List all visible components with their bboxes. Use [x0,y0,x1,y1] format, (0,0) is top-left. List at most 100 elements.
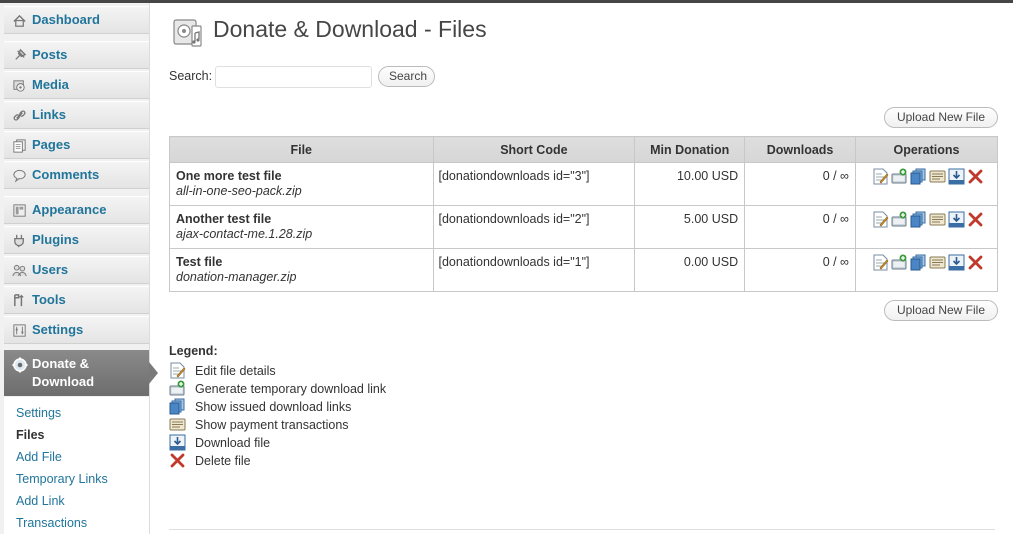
sidebar-item-plugins[interactable]: Plugins [4,226,149,254]
sidebar-item-users[interactable]: Users [4,256,149,284]
cell-operations [854,248,999,292]
sidebar-item-settings[interactable]: Settings [4,316,149,344]
sidebar-item-links[interactable]: Links [4,101,149,129]
cell-downloads: 0 / ∞ [744,205,856,249]
sidebar-item-label: Tools [32,292,66,307]
upload-new-file-button-bottom[interactable]: Upload New File [884,300,998,321]
generate-link-action[interactable] [891,254,908,271]
delete-action[interactable] [967,211,984,228]
cell-short-code: [donationdownloads id="1"] [432,248,636,292]
sidebar-item-label: Links [32,107,66,122]
min-donation: 10.00 USD [676,169,739,183]
sidebar-item-pages[interactable]: Pages [4,131,149,159]
sidebar-item-label: Posts [32,47,68,62]
page-title: Donate & Download - Files [213,16,487,42]
cell-min-donation: 10.00 USD [634,162,746,206]
submenu-item-transactions[interactable]: Transactions [16,516,87,530]
files-table-body: One more test file all-in-one-seo-pack.zi… [169,162,999,292]
generate-link-action[interactable] [891,211,908,228]
transactions-action[interactable] [929,211,946,228]
downloads-count: 0 / ∞ [822,212,849,226]
submenu-item-settings[interactable]: Settings [16,406,61,420]
edit-icon [873,168,889,185]
pages-icon [13,139,26,153]
admin-top-bar [0,0,1013,3]
active-arrow [149,362,158,384]
operations-group [856,206,997,228]
transactions-icon [929,256,946,269]
delete-action[interactable] [967,254,984,271]
edit-icon [170,362,186,379]
sidebar-item-donate-download[interactable]: Donate & Download [4,350,158,396]
transactions-action[interactable] [929,168,946,185]
dashboard-icon [13,14,26,27]
legend-text: Delete file [195,454,251,468]
download-action[interactable] [948,211,965,228]
sidebar-item-label: Plugins [32,232,79,247]
delete-icon [968,255,983,270]
generate-link-icon [891,211,907,227]
search-input[interactable] [215,66,372,88]
users-icon [12,264,27,277]
short-code: [donationdownloads id="1"] [438,255,590,269]
download-icon [169,434,186,451]
issued-links-action[interactable] [910,211,927,228]
operations-group [856,249,997,271]
column-header-file[interactable]: File [169,136,434,163]
issued-links-icon [169,398,185,415]
pin-icon [15,48,27,60]
cell-min-donation: 0.00 USD [634,248,746,292]
download-action[interactable] [948,254,965,271]
upload-new-file-button-top[interactable]: Upload New File [884,107,998,128]
sidebar-item-media[interactable]: Media [4,71,149,99]
sidebar-item-appearance[interactable]: Appearance [4,196,149,224]
cell-operations [854,162,999,206]
files-table: File Short Code Min Donation Downloads O… [169,136,999,292]
table-row: One more test file all-in-one-seo-pack.zi… [169,162,999,206]
cell-min-donation: 5.00 USD [634,205,746,249]
min-donation: 5.00 USD [683,212,739,226]
sidebar-item-tools[interactable]: Tools [4,286,149,314]
appearance-icon [13,204,26,217]
sidebar-item-label: Pages [32,137,71,152]
comment-icon [13,169,26,183]
file-name: One more test file [176,169,282,183]
download-action[interactable] [948,168,965,185]
cell-short-code: [donationdownloads id="3"] [432,162,636,206]
column-header-downloads[interactable]: Downloads [744,136,856,163]
download-icon [948,254,965,271]
cell-operations [854,205,999,249]
cell-downloads: 0 / ∞ [744,162,856,206]
media-icon [13,80,25,92]
edit-action[interactable] [872,211,889,228]
column-header-min-donation[interactable]: Min Donation [634,136,746,163]
issued-links-action[interactable] [910,168,927,185]
edit-action[interactable] [872,254,889,271]
sidebar-item-dashboard[interactable]: Dashboard [4,6,149,34]
gear-icon [12,357,28,373]
min-donation: 0.00 USD [683,255,739,269]
short-code: [donationdownloads id="2"] [438,212,590,226]
transactions-action[interactable] [929,254,946,271]
submenu-item-files[interactable]: Files [16,428,45,442]
download-icon [948,168,965,185]
submenu-item-add-file[interactable]: Add File [16,450,62,464]
search-button[interactable]: Search [378,66,435,87]
transactions-icon [169,418,186,431]
submenu-item-temporary-links[interactable]: Temporary Links [16,472,108,486]
issued-links-action[interactable] [910,254,927,271]
delete-icon [968,212,983,227]
sidebar-item-label: Settings [32,322,84,337]
sidebar-item-posts[interactable]: Posts [4,41,149,69]
legend-text: Show issued download links [195,400,352,414]
tools-icon [14,294,24,307]
plugin-icon [14,234,24,248]
sidebar-item-comments[interactable]: Comments [4,161,149,189]
edit-action[interactable] [872,168,889,185]
delete-action[interactable] [967,168,984,185]
generate-link-action[interactable] [891,168,908,185]
submenu-item-add-link[interactable]: Add Link [16,494,65,508]
issued-links-icon [910,254,926,271]
generate-link-icon [891,168,907,184]
column-header-short-code[interactable]: Short Code [432,136,636,163]
